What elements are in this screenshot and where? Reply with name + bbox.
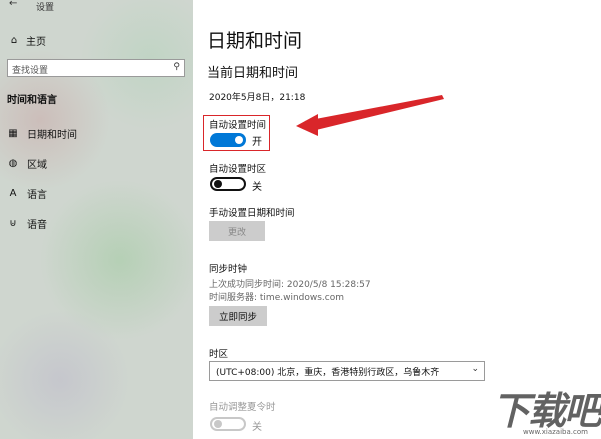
annotation-arrow [296, 95, 444, 136]
watermark-url: www.xiazaiba.com [523, 428, 588, 436]
watermark-logo: 下载吧 [492, 389, 601, 433]
